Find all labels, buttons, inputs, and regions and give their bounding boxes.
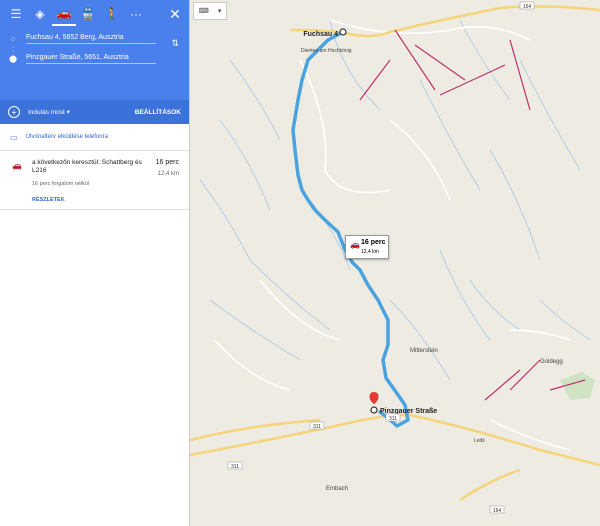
send-to-phone-label: Útvonalterv elküldése telefonra — [25, 134, 108, 140]
route-line — [291, 30, 410, 428]
depart-bar: + Indulás most ▾ BEÁLLÍTÁSOK — [0, 100, 189, 124]
place-label: Embach — [326, 486, 348, 492]
travel-mode-bar: ☰ ◈ 🚗 🚆 🚶 ··· ✕ — [0, 0, 189, 28]
start-label: Fuchsau 4 — [303, 31, 338, 38]
chevron-down-icon: ▾ — [217, 8, 222, 15]
directions-panel: ☰ ◈ 🚗 🚆 🚶 ··· ✕ ○ Fuchsau 4, 5652 Berg, … — [0, 0, 190, 526]
svg-text:311: 311 — [313, 424, 321, 430]
map-canvas[interactable]: Fuchsau 4 Pinzgauer Straße Mitterstein G… — [190, 0, 600, 526]
car-icon[interactable]: 🚗 — [52, 2, 76, 26]
route-option[interactable]: 🚗 a következőn keresztül: Schattberg és … — [0, 151, 189, 210]
send-to-phone-link[interactable]: ▭ Útvonalterv elküldése telefonra — [0, 124, 189, 151]
place-label: Leibl — [474, 438, 485, 444]
walk-icon[interactable]: 🚶 — [100, 3, 124, 25]
destination-pin-icon: ⬤ — [9, 56, 17, 63]
destination-pin-icon — [369, 392, 379, 404]
directions-icon[interactable]: ◈ — [28, 3, 52, 25]
directions-header: ☰ ◈ 🚗 🚆 🚶 ··· ✕ ○ Fuchsau 4, 5652 Berg, … — [0, 0, 189, 100]
ski-lifts — [359, 29, 586, 401]
swap-icon[interactable]: ⇅ — [171, 38, 179, 49]
settings-button[interactable]: BEÁLLÍTÁSOK — [135, 109, 181, 116]
origin-row: ○ Fuchsau 4, 5652 Berg, Ausztria — [0, 30, 189, 48]
place-label: Mitterstein — [410, 348, 438, 354]
place-label: Goldegg — [540, 359, 563, 365]
bubble-distance: 12,4 km — [361, 249, 379, 255]
map-svg: Fuchsau 4 Pinzgauer Straße Mitterstein G… — [190, 1, 600, 514]
origin-dot-icon: ○ — [10, 35, 16, 43]
transit-icon[interactable]: 🚆 — [76, 3, 100, 25]
phone-icon: ▭ — [10, 132, 18, 142]
svg-text:164: 164 — [493, 508, 502, 514]
svg-text:311: 311 — [231, 464, 239, 470]
end-marker[interactable] — [370, 406, 378, 414]
route-info-bubble[interactable]: 🚗 16 perc 12,4 km — [345, 235, 389, 259]
keyboard-icon: ⌨ — [198, 8, 209, 15]
route-via: a következőn keresztül: Schattberg és L2… — [32, 159, 142, 174]
details-link[interactable]: RÉSZLETEK — [32, 197, 179, 203]
bubble-time: 16 perc — [361, 239, 386, 246]
route-time: 16 perc — [155, 159, 179, 166]
destination-row: ⬤ Pinzgauer Straße, 5651, Ausztria — [0, 50, 189, 68]
streams — [199, 19, 591, 381]
menu-icon[interactable]: ☰ — [4, 3, 28, 25]
route-distance: 12,4 km — [157, 171, 179, 177]
depart-now-dropdown[interactable]: Indulás most ▾ — [28, 108, 70, 116]
svg-text:311: 311 — [389, 416, 397, 422]
start-marker[interactable] — [339, 28, 347, 36]
origin-input[interactable]: Fuchsau 4, 5652 Berg, Ausztria — [26, 34, 156, 44]
more-icon[interactable]: ··· — [124, 3, 148, 25]
car-icon: 🚗 — [350, 240, 360, 249]
close-icon[interactable]: ✕ — [165, 6, 185, 23]
destination-input[interactable]: Pinzgauer Straße, 5651, Ausztria — [26, 54, 156, 64]
car-icon: 🚗 — [12, 161, 22, 170]
route-traffic-note: 16 perc forgalom nélkül — [32, 181, 90, 187]
place-label: Dienten am Hochkönig — [301, 48, 352, 54]
svg-text:164: 164 — [523, 4, 532, 10]
add-destination-icon[interactable]: + — [8, 106, 20, 118]
keyboard-input-button[interactable]: ⌨ ▾ — [193, 2, 227, 20]
